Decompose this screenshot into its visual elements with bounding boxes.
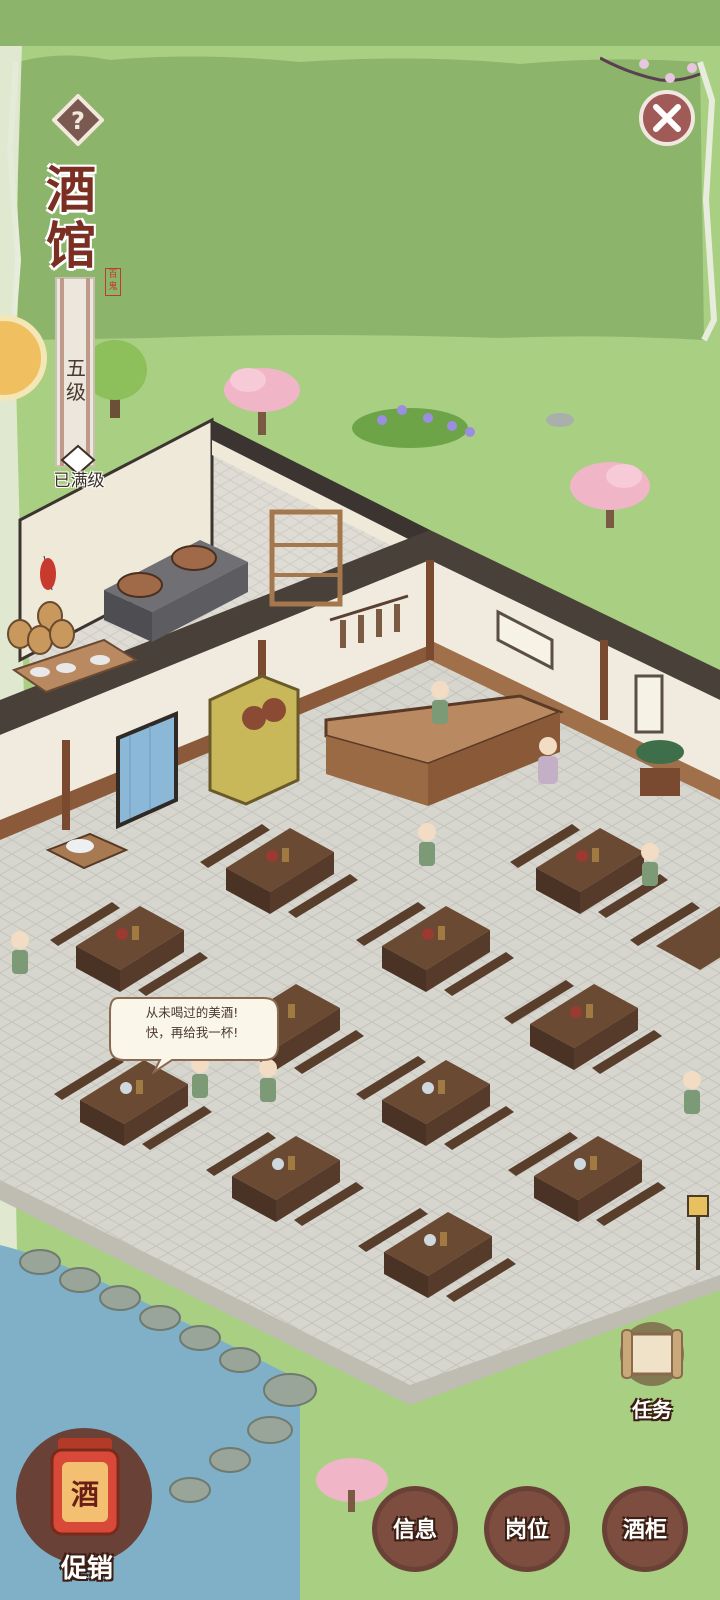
game-stage: ? 酒 馆 百鬼 五级 已满级 从未喝过的美酒! 快，再给我一杯! 任务 酒 促… <box>0 0 720 1600</box>
waiter-npc <box>11 931 29 974</box>
close-x-icon <box>639 90 695 146</box>
max-level-label: 已满级 <box>53 471 105 491</box>
position-label[interactable]: 岗位 <box>485 1512 569 1544</box>
scroll-icon <box>620 1322 684 1386</box>
speech-text-line: 快，再给我一杯! <box>145 1025 239 1040</box>
tavern-scene <box>0 0 720 1600</box>
bonsai-stand <box>636 740 684 796</box>
promo-label[interactable]: 促销 <box>42 1548 132 1585</box>
waiter-npc <box>683 1071 701 1114</box>
wine-cabinet-label[interactable]: 酒柜 <box>603 1512 687 1544</box>
waiter-npc <box>259 1059 277 1102</box>
task-label[interactable]: 任务 <box>622 1394 682 1423</box>
level-label: 五级 <box>66 356 86 404</box>
waiter-npc <box>431 681 449 724</box>
seal-stamp: 百鬼 <box>105 268 121 296</box>
task-button[interactable] <box>614 1314 690 1394</box>
help-button[interactable]: ? <box>52 94 104 146</box>
svg-text:?: ? <box>71 107 85 135</box>
wall-painting-tall <box>634 674 664 734</box>
top-band <box>0 0 720 46</box>
promo-sign-char: 酒 <box>70 1478 99 1511</box>
speech-text-line: 从未喝过的美酒! <box>145 1005 239 1020</box>
waiter-npc <box>641 843 659 886</box>
close-button[interactable] <box>600 52 710 152</box>
waiter-npc <box>418 823 436 866</box>
innkeeper-npc <box>538 737 558 784</box>
storage-cabinet <box>208 674 300 806</box>
info-label[interactable]: 信息 <box>373 1512 457 1544</box>
question-mark-icon: ? <box>52 94 104 146</box>
waiter-npc <box>191 1055 209 1098</box>
title-char: 馆 <box>46 216 96 275</box>
